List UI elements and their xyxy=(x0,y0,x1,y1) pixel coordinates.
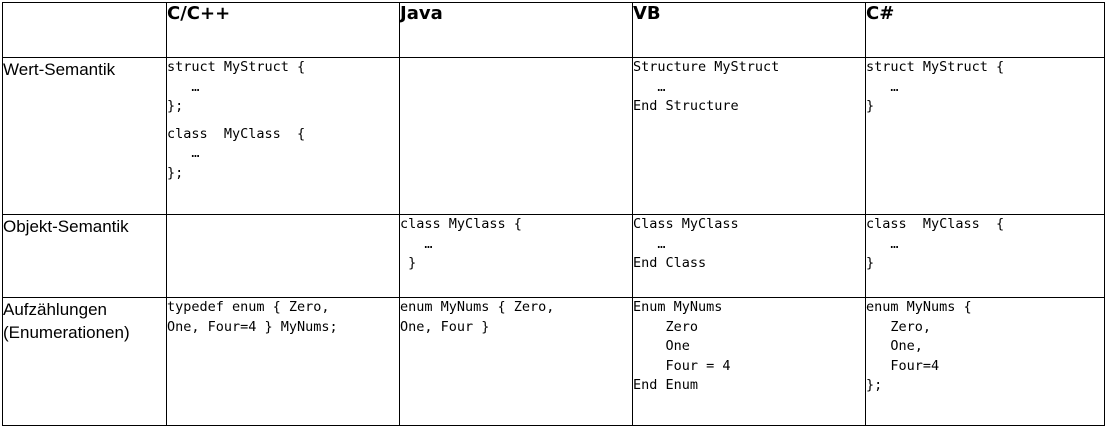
code-line: One xyxy=(633,338,690,354)
code-cell-vb-value: Structure MyStruct … End Structure xyxy=(632,57,866,215)
code-line: … xyxy=(866,235,899,252)
header-row: C/C++ Java VB C# xyxy=(2,2,1105,58)
row-label-value-semantics: Wert-Semantik xyxy=(2,57,167,215)
code-line: class MyClass { xyxy=(400,216,522,232)
code-line: } xyxy=(866,98,875,114)
code-line: … xyxy=(633,235,666,252)
header-vb: VB xyxy=(632,2,866,58)
row-object-semantics: Objekt-Semantik class MyClass { … } Clas… xyxy=(2,214,1105,298)
code-cell-cpp-value: struct MyStruct { …}; class MyClass { …}; xyxy=(166,57,400,215)
language-comparison-table: C/C++ Java VB C# Wert-Semantik struct My… xyxy=(2,2,1105,426)
code-line: enum MyNums { Zero, xyxy=(400,299,555,315)
code-line: … xyxy=(167,78,200,95)
code-line: … xyxy=(167,145,200,161)
code-line: Zero, xyxy=(866,318,932,335)
code-cell-java-enum: enum MyNums { Zero, One, Four } xyxy=(399,297,633,426)
code-cell-java-object: class MyClass { … } xyxy=(399,214,633,298)
code-cell-csharp-object: class MyClass { …} xyxy=(865,214,1105,298)
code-line: } xyxy=(866,255,875,271)
code-line: Class MyClass xyxy=(633,216,739,232)
code-gap xyxy=(167,117,399,125)
code-line: class MyClass { xyxy=(167,125,306,142)
header-cpp: C/C++ xyxy=(166,2,400,58)
code-line: typedef enum { Zero, xyxy=(167,299,330,315)
code-line: }; xyxy=(167,98,184,114)
row-label-line: (Enumerationen) xyxy=(3,323,130,342)
code-line: Enum MyNums xyxy=(633,299,723,315)
code-line: … xyxy=(400,235,433,252)
code-line: … xyxy=(866,78,899,95)
code-line: End Structure xyxy=(633,98,739,114)
code-cell-csharp-enum: enum MyNums { Zero, One, Four=4}; xyxy=(865,297,1105,426)
row-enumerations: Aufzählungen (Enumerationen) typedef enum… xyxy=(2,297,1105,426)
row-label-text: Objekt-Semantik xyxy=(3,217,129,236)
code-line: End Class xyxy=(633,255,707,271)
code-line: One, Four=4 } MyNums; xyxy=(167,318,338,335)
code-line: Zero xyxy=(633,318,699,335)
code-cell-vb-object: Class MyClass … End Class xyxy=(632,214,866,298)
code-line: class MyClass { xyxy=(866,216,1005,232)
code-line: }; xyxy=(167,164,184,181)
row-label-object-semantics: Objekt-Semantik xyxy=(2,214,167,298)
code-line: enum MyNums { xyxy=(866,299,972,315)
code-line: End Enum xyxy=(633,377,699,393)
row-label-enumerations: Aufzählungen (Enumerationen) xyxy=(2,297,167,426)
code-line: Structure MyStruct xyxy=(633,59,780,75)
header-java: Java xyxy=(399,2,633,58)
code-line: One, xyxy=(866,338,923,354)
code-cell-cpp-object xyxy=(166,214,400,298)
code-line: } xyxy=(400,255,417,271)
code-cell-vb-enum: Enum MyNums Zero One Four = 4 End Enum xyxy=(632,297,866,426)
row-label-text: Wert-Semantik xyxy=(3,60,116,79)
row-value-semantics: Wert-Semantik struct MyStruct { …}; class… xyxy=(2,57,1105,215)
code-line: struct MyStruct { xyxy=(866,59,1005,75)
code-line: Four=4 xyxy=(866,357,940,374)
code-cell-csharp-value: struct MyStruct { …} xyxy=(865,57,1105,215)
code-line: struct MyStruct { xyxy=(167,59,306,75)
code-cell-java-value xyxy=(399,57,633,215)
row-label-line: Aufzählungen xyxy=(3,300,107,319)
header-corner-cell xyxy=(2,2,167,58)
code-line: One, Four } xyxy=(400,318,490,335)
code-line: }; xyxy=(866,377,883,393)
header-csharp: C# xyxy=(865,2,1105,58)
code-cell-cpp-enum: typedef enum { Zero, One, Four=4 } MyNums… xyxy=(166,297,400,426)
code-line: Four = 4 xyxy=(633,357,731,374)
code-line: … xyxy=(633,78,666,95)
